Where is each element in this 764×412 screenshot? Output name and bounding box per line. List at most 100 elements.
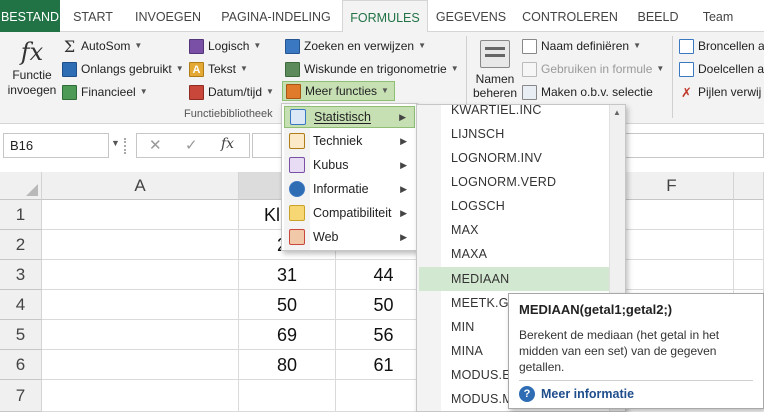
datetime-button[interactable]: Datum/tijd ▼	[189, 82, 274, 102]
cell-b6[interactable]: 80	[239, 350, 336, 380]
row-header-2[interactable]: 2	[0, 230, 42, 260]
cell-b7[interactable]	[239, 380, 336, 412]
autosum-button[interactable]: Σ AutoSom ▼	[62, 36, 142, 56]
ribbon-tab-bar: BESTAND START INVOEGEN PAGINA-INDELING F…	[0, 0, 764, 33]
cell-a6[interactable]	[42, 350, 239, 380]
trace-precedents-icon	[679, 38, 694, 54]
trace-dependents-icon	[679, 61, 694, 77]
more-functions-button[interactable]: Meer functies ▼	[282, 81, 395, 101]
text-label: Tekst	[208, 62, 237, 76]
tooltip-title: MEDIAAN(getal1;getal2;)	[519, 302, 673, 317]
function-item[interactable]: LOGSCH	[451, 199, 505, 213]
tab-insert[interactable]: INVOEGEN	[126, 0, 210, 32]
financial-button[interactable]: Financieel ▼	[62, 82, 148, 102]
tab-data[interactable]: GEGEVENS	[428, 0, 514, 32]
row-header-1[interactable]: 1	[0, 200, 42, 230]
scroll-up-icon[interactable]: ▲	[613, 108, 621, 117]
chevron-down-icon[interactable]: ▼	[111, 138, 120, 148]
cell-b5[interactable]: 69	[239, 320, 336, 350]
function-item-highlight	[419, 267, 609, 291]
cell-a7[interactable]	[42, 380, 239, 412]
lookup-icon	[285, 38, 300, 54]
math-trig-button[interactable]: Wiskunde en trigonometrie ▼	[285, 59, 459, 79]
define-name-button[interactable]: Naam definiëren ▼	[522, 36, 641, 56]
cell-f2[interactable]	[610, 230, 734, 260]
splitter-handle[interactable]	[124, 138, 128, 154]
tab-team[interactable]: Team	[690, 0, 746, 32]
recently-used-button[interactable]: Onlangs gebruikt ▼	[62, 59, 184, 79]
column-header-a[interactable]: A	[42, 172, 239, 200]
column-header-g[interactable]	[734, 172, 764, 200]
menu-item-web[interactable]: Web ▶	[284, 226, 415, 248]
cell-a3[interactable]	[42, 260, 239, 290]
function-item[interactable]: MAXA	[451, 247, 487, 261]
function-item[interactable]: LOGNORM.INV	[451, 151, 542, 165]
cell-f1[interactable]	[610, 200, 734, 230]
menu-item-information[interactable]: Informatie ▶	[284, 178, 415, 200]
tag-icon	[522, 38, 537, 54]
tab-review[interactable]: CONTROLEREN	[514, 0, 626, 32]
row-header-6[interactable]: 6	[0, 350, 42, 380]
function-item[interactable]: LOGNORM.VERD	[451, 175, 556, 189]
row-header-4[interactable]: 4	[0, 290, 42, 320]
insert-function-button[interactable]: fx Functie invoegen	[4, 36, 60, 106]
function-item[interactable]: MAX	[451, 223, 479, 237]
use-in-formula-label: Gebruiken in formule	[541, 62, 653, 76]
cell-b3[interactable]: 31	[239, 260, 336, 290]
row-header-7[interactable]: 7	[0, 380, 42, 412]
menu-item-compatibility[interactable]: Compatibiliteit ▶	[284, 202, 415, 224]
tab-file[interactable]: BESTAND	[0, 0, 60, 32]
remove-arrows-button[interactable]: ✗ Pijlen verwij	[679, 82, 761, 102]
remove-arrows-icon: ✗	[681, 84, 692, 100]
use-in-formula-button[interactable]: Gebruiken in formule ▼	[522, 59, 664, 79]
cell-a1[interactable]	[42, 200, 239, 230]
cell-g2[interactable]	[734, 230, 764, 260]
text-button[interactable]: A Tekst ▼	[189, 59, 248, 79]
tab-page-layout[interactable]: PAGINA-INDELING	[210, 0, 342, 32]
row-header-5[interactable]: 5	[0, 320, 42, 350]
financial-label: Financieel	[81, 85, 136, 99]
menu-item-statistical[interactable]: Statistisch ▶	[284, 106, 415, 128]
tab-view[interactable]: BEELD	[626, 0, 690, 32]
function-item-mediaan[interactable]: MEDIAAN	[451, 272, 509, 286]
logical-button[interactable]: Logisch ▼	[189, 36, 261, 56]
logical-label: Logisch	[208, 39, 250, 53]
name-box[interactable]: B16	[3, 133, 109, 158]
select-all-corner[interactable]	[0, 172, 42, 200]
enter-icon[interactable]: ✓	[185, 136, 198, 154]
cell-g3[interactable]	[734, 260, 764, 290]
name-manager-button[interactable]: Namen beheren	[470, 38, 520, 106]
tab-home[interactable]: START	[60, 0, 126, 32]
more-info-link[interactable]: ? Meer informatie	[519, 386, 634, 402]
function-item[interactable]: MODUS.M	[451, 392, 513, 406]
menu-item-cube[interactable]: Kubus ▶	[284, 154, 415, 176]
lookup-button[interactable]: Zoeken en verwijzen ▼	[285, 36, 426, 56]
column-header-f[interactable]: F	[610, 172, 734, 200]
calendar-icon	[189, 84, 204, 100]
cancel-icon[interactable]: ✕	[149, 136, 162, 154]
function-item[interactable]: LIJNSCH	[451, 127, 505, 141]
trace-dependents-button[interactable]: Doelcellen a	[679, 59, 764, 79]
math-label: Wiskunde en trigonometrie	[304, 62, 447, 76]
cell-f3[interactable]	[610, 260, 734, 290]
trace-precedents-button[interactable]: Broncellen a	[679, 36, 764, 56]
cell-a4[interactable]	[42, 290, 239, 320]
name-manager-label-1: Namen	[475, 72, 515, 86]
cell-a5[interactable]	[42, 320, 239, 350]
function-item[interactable]: MIN	[451, 320, 475, 334]
chevron-down-icon: ▼	[450, 64, 459, 73]
insert-function-icon[interactable]: fx	[221, 136, 234, 152]
menu-item-label: Compatibiliteit	[313, 206, 392, 220]
tab-formulas[interactable]: FORMULES	[342, 0, 428, 33]
function-item[interactable]: KWARTIEL.INC	[451, 105, 542, 117]
create-from-selection-button[interactable]: Maken o.b.v. selectie	[522, 82, 653, 102]
row-header-3[interactable]: 3	[0, 260, 42, 290]
star-icon	[62, 61, 77, 77]
cell-a2[interactable]	[42, 230, 239, 260]
menu-item-engineering[interactable]: Techniek ▶	[284, 130, 415, 152]
function-item[interactable]: MINA	[451, 344, 483, 358]
chevron-right-icon: ▶	[400, 207, 407, 218]
cell-g1[interactable]	[734, 200, 764, 230]
cell-b4[interactable]: 50	[239, 290, 336, 320]
menu-item-label: Informatie	[313, 182, 369, 196]
